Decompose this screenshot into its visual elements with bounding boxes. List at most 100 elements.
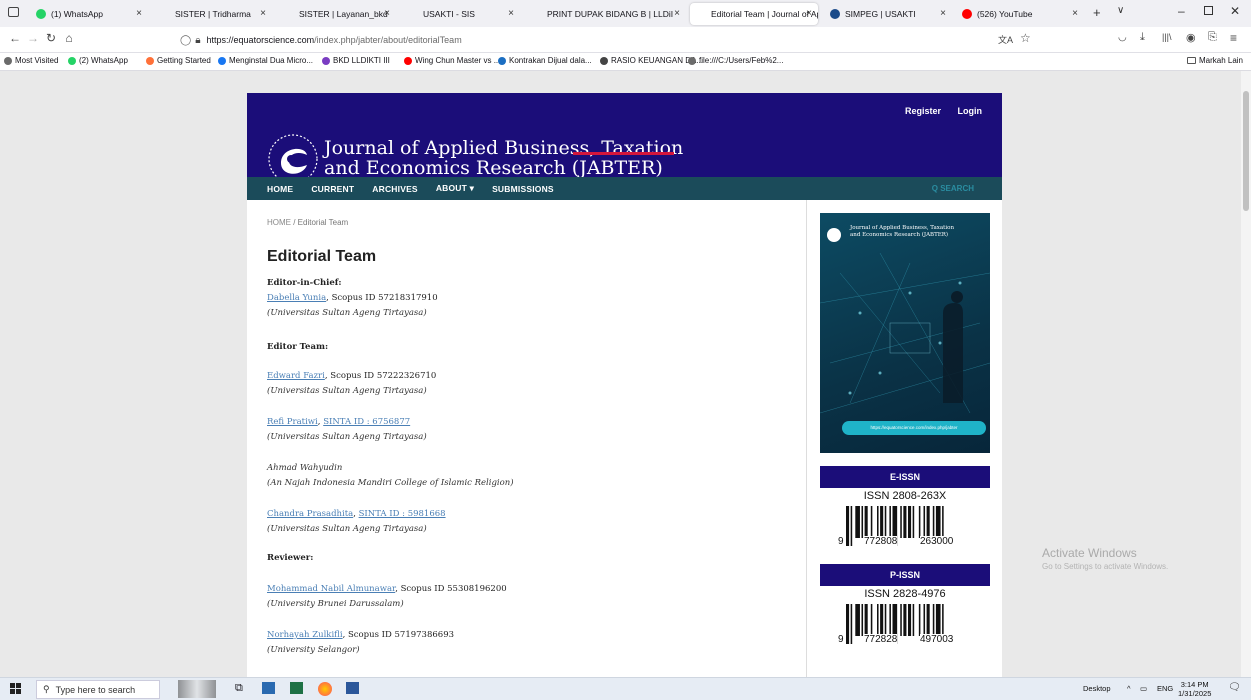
tray-overflow-icon[interactable]: ^: [1127, 684, 1131, 693]
desktop-toolbar-label[interactable]: Desktop: [1083, 684, 1111, 693]
barcode-bar: [932, 506, 935, 538]
barcode-title: ISSN 2828-4976: [864, 588, 946, 600]
breadcrumb-home[interactable]: HOME: [267, 218, 291, 227]
tab-close-icon[interactable]: ×: [940, 8, 946, 19]
tab-8[interactable]: (526) YouTube ×: [956, 3, 1084, 25]
tab-7[interactable]: SIMPEG | USAKTI ×: [824, 3, 952, 25]
firefox-icon[interactable]: [318, 682, 332, 696]
reviewer-name-link[interactable]: Norhayah Zulkifli: [267, 630, 343, 640]
tab-6[interactable]: Editorial Team | Journal of Appl ×: [690, 3, 818, 25]
editor-name-link[interactable]: Refi Pratiwi: [267, 417, 318, 427]
back-icon[interactable]: ←: [6, 31, 24, 45]
menu-icon[interactable]: ≡: [1230, 31, 1237, 45]
bookmark-item[interactable]: file:///C:/Users/Feb%2...: [688, 56, 783, 65]
sinta-id-link[interactable]: SINTA ID : 6756877: [323, 417, 410, 427]
word-icon[interactable]: [346, 682, 359, 694]
shield-icon[interactable]: ◯: [180, 35, 191, 46]
editor-name-link[interactable]: Dabella Yunia: [267, 293, 326, 303]
bookmark-item[interactable]: Most Visited: [4, 56, 58, 65]
lock-icon[interactable]: 🔒︎: [195, 35, 200, 46]
home-icon[interactable]: ⌂: [60, 31, 78, 45]
clock[interactable]: 3:14 PM 1/31/2025: [1178, 680, 1211, 698]
tab-close-icon[interactable]: ×: [806, 8, 812, 19]
url-host: https://equatorscience.com: [206, 35, 315, 45]
extensions-icon[interactable]: ⎘: [1208, 31, 1217, 44]
usakti-icon: [408, 9, 418, 19]
barcode-bar: [912, 604, 915, 636]
editor-entry: Chandra Prasadhita, SINTA ID : 5981668 (…: [267, 507, 446, 537]
tab-5[interactable]: PRINT DUPAK BIDANG B | LLDiI ×: [526, 3, 686, 25]
other-bookmarks[interactable]: Markah Lain: [1186, 56, 1243, 65]
notification-icon[interactable]: 🗨︎: [1228, 682, 1241, 693]
library-icon[interactable]: |||\: [1162, 32, 1172, 42]
pissn-barcode[interactable]: ISSN 2828-4976 9 772828 497003: [820, 586, 990, 656]
restore-icon[interactable]: [1204, 6, 1213, 15]
login-link[interactable]: Login: [958, 106, 983, 116]
journal-title-underline: [573, 152, 674, 155]
page-title: Editorial Team: [267, 248, 377, 265]
register-link[interactable]: Register: [905, 106, 941, 116]
bookmark-star-icon[interactable]: ☆: [1020, 31, 1031, 45]
tab-2[interactable]: SISTER | Tridharma ×: [154, 3, 272, 25]
eissn-barcode[interactable]: ISSN 2808-263X 9 772808 263000: [820, 488, 990, 558]
nav-submissions[interactable]: SUBMISSIONS: [492, 184, 554, 194]
account-icon[interactable]: ◉: [1186, 31, 1196, 44]
search-link[interactable]: Q SEARCH: [932, 184, 974, 193]
nav-current[interactable]: CURRENT: [311, 184, 354, 194]
network-icon[interactable]: ▭: [1140, 684, 1147, 693]
bookmark-item[interactable]: Wing Chun Master vs ...: [404, 56, 500, 65]
editor-name-link[interactable]: Edward Fazri: [267, 371, 325, 381]
bookmark-item[interactable]: (2) WhatsApp: [68, 56, 128, 65]
new-tab-icon[interactable]: +: [1093, 5, 1101, 20]
close-window-icon[interactable]: ✕: [1230, 4, 1240, 18]
nav-archives[interactable]: ARCHIVES: [372, 184, 418, 194]
tab-close-icon[interactable]: ×: [508, 8, 514, 19]
bookmark-item[interactable]: Menginstal Dua Micro...: [218, 56, 313, 65]
tab-close-icon[interactable]: ×: [384, 8, 390, 19]
barcode-bar: [864, 604, 868, 636]
downloads-icon[interactable]: ⤓: [1140, 31, 1145, 44]
reload-icon[interactable]: ↻: [42, 31, 60, 45]
editor-name-link[interactable]: Chandra Prasadhita: [267, 509, 353, 519]
breadcrumb: HOME / Editorial Team: [267, 218, 348, 227]
editor-in-chief-section: Editor-in-Chief: Dabella Yunia, Scopus I…: [267, 276, 438, 321]
file-explorer-icon[interactable]: [262, 682, 275, 694]
bookmark-item[interactable]: Getting Started: [146, 56, 211, 65]
minimize-icon[interactable]: –: [1178, 4, 1185, 18]
journal-cover-image[interactable]: Journal of Applied Business, Taxation an…: [820, 213, 990, 453]
windows-start-icon[interactable]: [10, 683, 22, 697]
tab-close-icon[interactable]: ×: [674, 8, 680, 19]
nav-about[interactable]: ABOUT ▾: [436, 183, 474, 194]
editor-team-heading: Editor Team:: [267, 340, 328, 355]
tab-1[interactable]: (1) WhatsApp ×: [30, 3, 148, 25]
translate-icon[interactable]: 文A: [998, 33, 1013, 46]
reviewer-name-link[interactable]: Mohammad Nabil Almunawar: [267, 584, 395, 594]
tab-label: SIMPEG | USAKTI: [845, 9, 916, 19]
reviewer-affiliation: (University Selangor): [267, 645, 360, 655]
barcode-bar: [935, 604, 941, 636]
barcode-bar: [908, 506, 912, 538]
tab-overflow-icon[interactable]: ∨: [1117, 5, 1124, 16]
tab-close-icon[interactable]: ×: [136, 8, 142, 19]
tab-close-icon[interactable]: ×: [260, 8, 266, 19]
editor-entry: Edward Fazri, Scopus ID 57222326710 (Uni…: [267, 369, 436, 399]
sinta-id-link[interactable]: SINTA ID : 5981668: [359, 509, 446, 519]
bookmark-item[interactable]: Kontrakan Dijual dala...: [498, 56, 592, 65]
zebra-widget-icon[interactable]: [178, 680, 216, 698]
url-bar[interactable]: ◯ 🔒︎ https://equatorscience.com/index.ph…: [180, 30, 1060, 50]
scrollbar-thumb[interactable]: [1243, 91, 1249, 211]
tab-3[interactable]: SISTER | Layanan_bkd ×: [278, 3, 396, 25]
task-view-icon[interactable]: ⧉: [235, 682, 243, 695]
nav-home[interactable]: HOME: [267, 184, 293, 194]
pocket-icon[interactable]: ◡: [1118, 32, 1127, 43]
page-scrollbar[interactable]: [1241, 71, 1251, 677]
tab-4[interactable]: USAKTI - SIS ×: [402, 3, 520, 25]
forward-icon[interactable]: →: [24, 31, 42, 45]
language-indicator[interactable]: ENG: [1157, 684, 1173, 693]
excel-icon[interactable]: [290, 682, 303, 694]
journal-title[interactable]: Journal of Applied Business, Taxation an…: [324, 138, 683, 178]
bookmark-item[interactable]: BKD LLDIKTI III: [322, 56, 390, 65]
youtube-icon: [962, 9, 972, 19]
taskbar-search-input[interactable]: ⚲ Type here to search: [36, 680, 160, 699]
tab-close-icon[interactable]: ×: [1072, 8, 1078, 19]
